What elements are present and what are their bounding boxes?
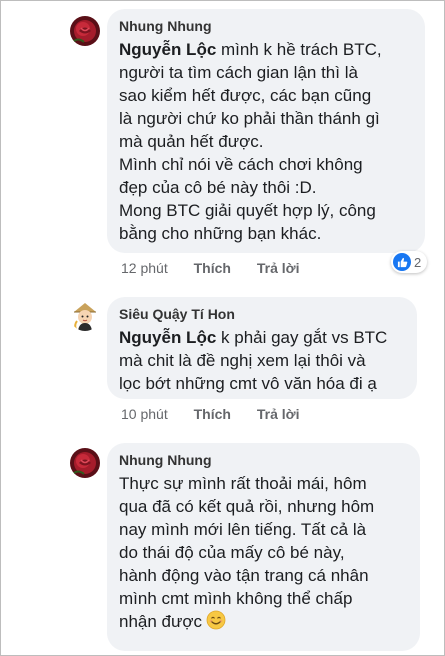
- comment-actions: 12 phút Thích Trả lời: [121, 260, 299, 276]
- like-button[interactable]: Thích: [194, 260, 231, 276]
- comment-thread: Nhung Nhung Nguyễn Lộc mình k hề trách B…: [0, 0, 445, 656]
- comment-author[interactable]: Nhung Nhung: [119, 17, 409, 35]
- mention-link[interactable]: Nguyễn Lộc: [119, 328, 216, 347]
- comment-bubble: Nhung Nhung Thực sự mình rất thoải mái, …: [107, 443, 420, 651]
- rose-avatar-icon[interactable]: [70, 16, 100, 46]
- timestamp[interactable]: 10 phút: [121, 406, 168, 422]
- cartoon-avatar-icon[interactable]: [70, 301, 100, 331]
- reaction-count: 2: [414, 254, 422, 270]
- comment-author[interactable]: Siêu Quậy Tí Hon: [119, 305, 401, 323]
- comment-author[interactable]: Nhung Nhung: [119, 451, 404, 469]
- comment-bubble: Nhung Nhung Nguyễn Lộc mình k hề trách B…: [107, 9, 425, 253]
- timestamp[interactable]: 12 phút: [121, 260, 168, 276]
- reaction-count-badge[interactable]: 2: [391, 251, 428, 273]
- mention-link[interactable]: Nguyễn Lộc: [119, 40, 216, 59]
- comment-text: Thực sự mình rất thoải mái, hôm qua đã c…: [119, 474, 375, 631]
- comment-text: Nguyễn Lộc k phải gay gắt vs BTC mà chit…: [119, 328, 388, 393]
- comment-actions: 10 phút Thích Trả lời: [121, 406, 299, 422]
- reply-button[interactable]: Trả lời: [257, 406, 300, 422]
- comment-text: Nguyễn Lộc mình k hề trách BTC, người ta…: [119, 40, 382, 243]
- smiling-face-emoji: [206, 610, 226, 630]
- thumbs-up-icon: [393, 253, 411, 271]
- rose-avatar-icon[interactable]: [70, 448, 100, 478]
- like-button[interactable]: Thích: [194, 406, 231, 422]
- reply-button[interactable]: Trả lời: [257, 260, 300, 276]
- comment-bubble: Siêu Quậy Tí Hon Nguyễn Lộc k phải gay g…: [107, 297, 417, 399]
